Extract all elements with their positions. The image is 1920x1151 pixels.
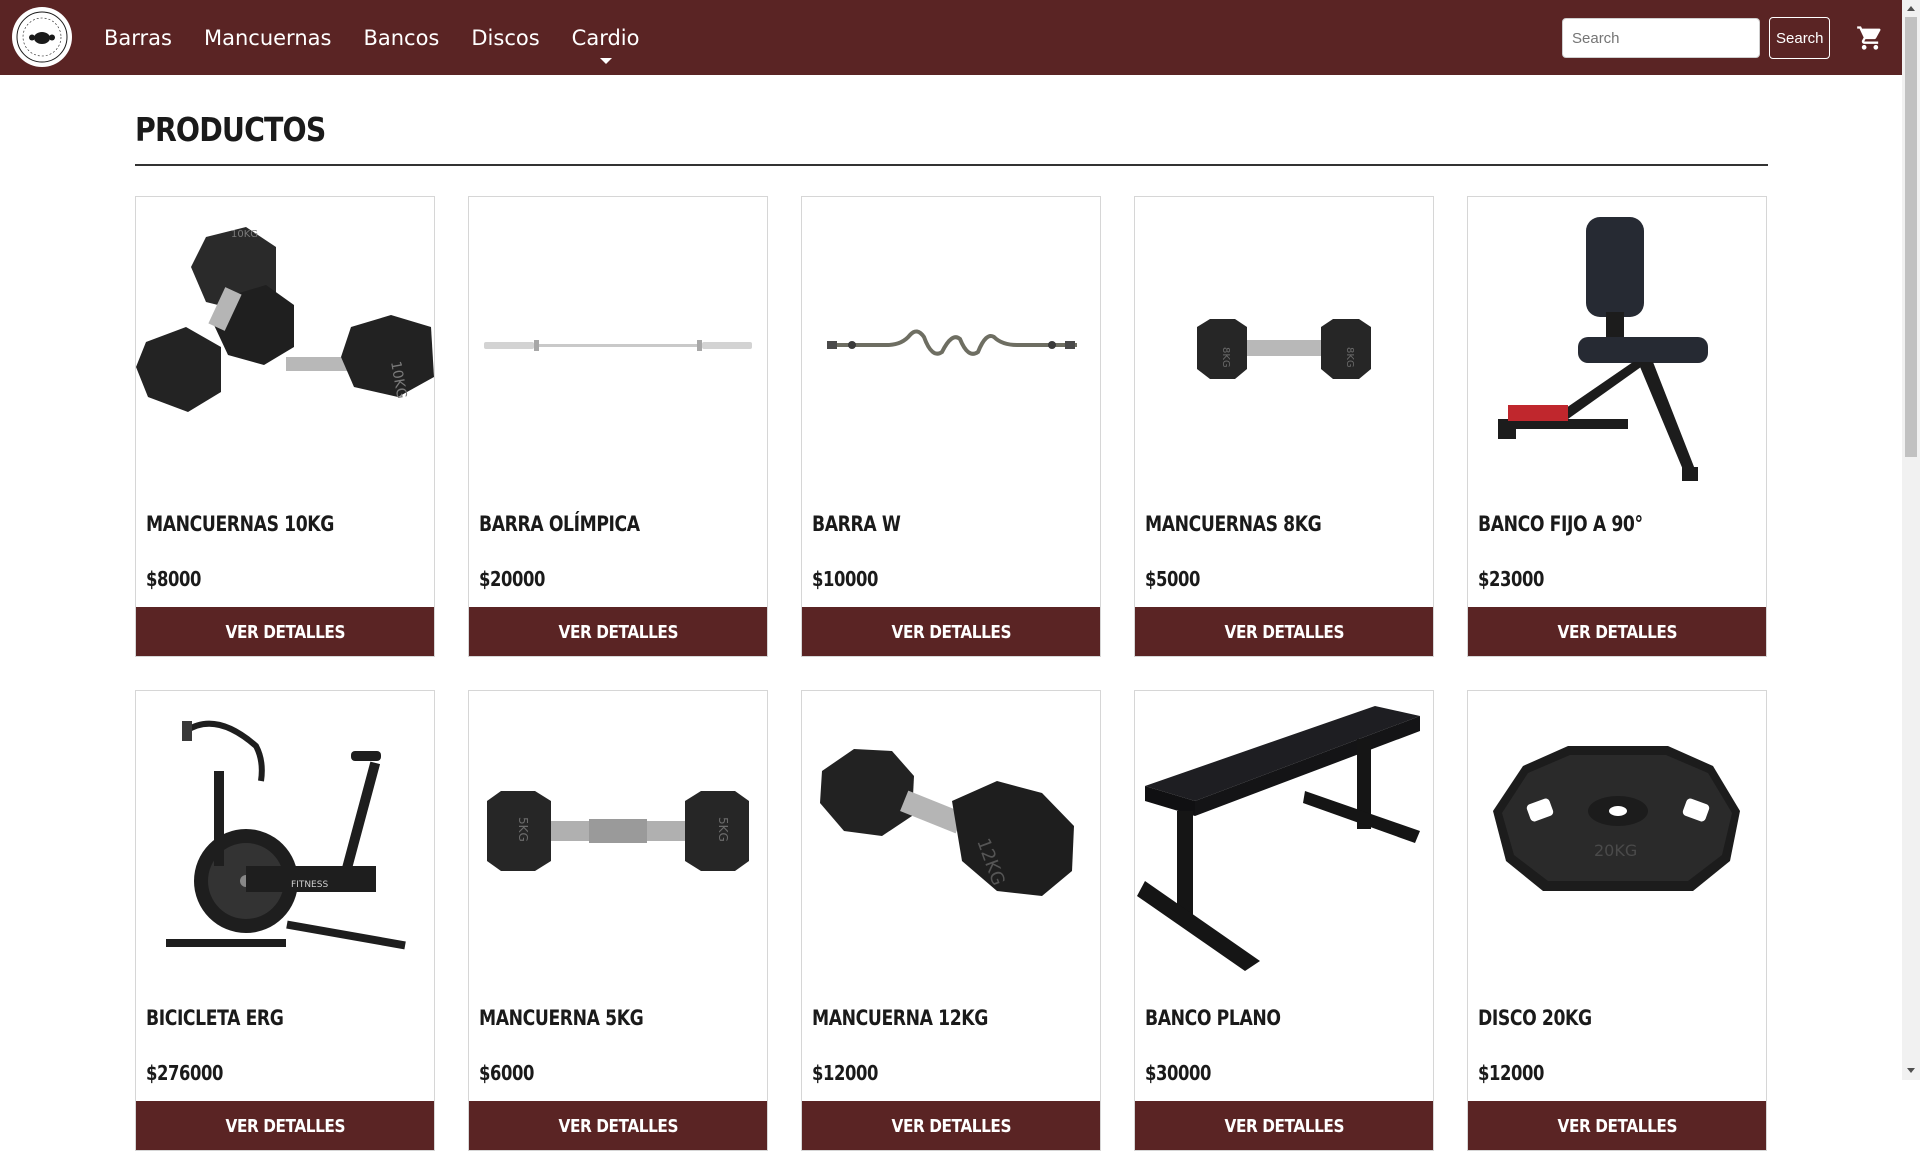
- search-input[interactable]: [1562, 18, 1760, 58]
- scrollbar-thumb[interactable]: [1905, 17, 1917, 457]
- product-image: 20KG: [1468, 691, 1766, 981]
- product-image: 5KG 5KG: [469, 691, 767, 981]
- view-details-button[interactable]: Ver detalles: [802, 607, 1100, 656]
- product-card: Banco plano $30000 Ver detalles: [1134, 690, 1434, 1151]
- product-price: $276000: [146, 1061, 224, 1085]
- weight-label: 5KG: [716, 817, 730, 842]
- view-details-button[interactable]: Ver detalles: [1135, 1101, 1433, 1150]
- top-navbar: Barras Mancuernas Bancos Discos Cardio S…: [0, 0, 1902, 75]
- shopping-cart-icon[interactable]: [1856, 24, 1884, 52]
- view-details-button[interactable]: Ver detalles: [136, 607, 434, 656]
- button-label: Ver detalles: [225, 1115, 345, 1137]
- nav-link-barras[interactable]: Barras: [104, 26, 172, 50]
- page-title: Productos: [135, 110, 326, 149]
- product-name: Mancuerna 5kg: [479, 1006, 644, 1030]
- view-details-button[interactable]: Ver detalles: [469, 607, 767, 656]
- dumbbell-12kg-image: 12KG: [820, 749, 1074, 896]
- product-name: Barra Olímpica: [479, 512, 640, 536]
- logo-icon: [16, 11, 68, 63]
- button-label: Ver detalles: [1557, 621, 1677, 643]
- nav-link-mancuernas[interactable]: Mancuernas: [204, 26, 331, 50]
- product-image: [1135, 691, 1433, 981]
- scroll-up-arrow-icon[interactable]: [1907, 6, 1915, 11]
- product-card: 12KG Mancuerna 12kg $12000 Ver detalles: [801, 690, 1101, 1151]
- product-price: $10000: [812, 567, 879, 591]
- product-price: $6000: [479, 1061, 535, 1085]
- button-label: Ver detalles: [891, 621, 1011, 643]
- utility-bench-image: [1498, 217, 1708, 481]
- nav-link-bancos[interactable]: Bancos: [363, 26, 439, 50]
- product-name: Bicicleta Erg: [146, 1006, 284, 1030]
- product-name: Banco fijo a 90°: [1478, 512, 1643, 536]
- product-name: Banco plano: [1145, 1006, 1281, 1030]
- product-card: Banco fijo a 90° $23000 Ver detalles: [1467, 196, 1767, 657]
- weight-plate-image: 20KG: [1493, 746, 1740, 891]
- product-image: [1468, 197, 1766, 487]
- view-details-button[interactable]: Ver detalles: [1135, 607, 1433, 656]
- nav-link-cardio-label: Cardio: [571, 25, 640, 50]
- product-name: Disco 20kg: [1478, 1006, 1592, 1030]
- product-card: FITNESS Bicicleta Erg $276000 Ver detall…: [135, 690, 435, 1151]
- weight-label: 8KG: [1344, 347, 1355, 368]
- view-details-button[interactable]: Ver detalles: [1468, 607, 1766, 656]
- weight-label: 5KG: [516, 817, 530, 842]
- product-card: 20KG Disco 20kg $12000 Ver detalles: [1467, 690, 1767, 1151]
- weight-label: 10KG: [231, 229, 258, 240]
- brand-label: FITNESS: [291, 880, 328, 890]
- product-image: 10KG 10KG: [136, 197, 434, 487]
- ez-curl-bar-image: [827, 329, 1077, 356]
- product-price: $20000: [479, 567, 546, 591]
- product-price: $12000: [1478, 1061, 1545, 1085]
- caret-down-icon: [599, 57, 612, 64]
- product-card: 8KG 8KG Mancuernas 8kg $5000 Ver detalle…: [1134, 196, 1434, 657]
- product-image: [802, 197, 1100, 487]
- dumbbell-small-image: 8KG 8KG: [1197, 319, 1371, 379]
- button-label: Ver detalles: [1224, 1115, 1344, 1137]
- air-bike-image: FITNESS: [166, 720, 406, 950]
- product-card: 5KG 5KG Mancuerna 5kg $6000 Ver detalles: [468, 690, 768, 1151]
- product-image: 8KG 8KG: [1135, 197, 1433, 487]
- weight-label: 20KG: [1594, 841, 1637, 860]
- product-image: [469, 197, 767, 487]
- view-details-button[interactable]: Ver detalles: [136, 1101, 434, 1150]
- dumbbell-5kg-image: 5KG 5KG: [487, 791, 749, 871]
- product-card: 10KG 10KG Mancuernas 10kg $8000 Ver deta…: [135, 196, 435, 657]
- product-name: Mancuernas 10kg: [146, 512, 334, 536]
- view-details-button[interactable]: Ver detalles: [802, 1101, 1100, 1150]
- brand-logo[interactable]: [12, 7, 72, 67]
- olympic-bar-image: [484, 340, 752, 351]
- product-price: $5000: [1145, 567, 1201, 591]
- product-name: Mancuernas 8kg: [1145, 512, 1322, 536]
- view-details-button[interactable]: Ver detalles: [469, 1101, 767, 1150]
- dumbbell-pair-image: 10KG 10KG: [136, 227, 434, 412]
- button-label: Ver detalles: [891, 1115, 1011, 1137]
- button-label: Ver detalles: [558, 621, 678, 643]
- product-price: $23000: [1478, 567, 1545, 591]
- button-label: Ver detalles: [1557, 1115, 1677, 1137]
- title-divider: [135, 164, 1768, 166]
- nav-link-cardio[interactable]: Cardio: [571, 25, 640, 64]
- view-details-button[interactable]: Ver detalles: [1468, 1101, 1766, 1150]
- main-nav: Barras Mancuernas Bancos Discos Cardio: [104, 0, 671, 75]
- product-card: Barra W $10000 Ver detalles: [801, 196, 1101, 657]
- product-image: FITNESS: [136, 691, 434, 981]
- product-name: Barra W: [812, 512, 901, 536]
- button-label: Ver detalles: [558, 1115, 678, 1137]
- product-card: Barra Olímpica $20000 Ver detalles: [468, 196, 768, 657]
- nav-link-discos[interactable]: Discos: [471, 26, 539, 50]
- page-scrollbar[interactable]: [1902, 0, 1920, 1080]
- product-name: Mancuerna 12kg: [812, 1006, 988, 1030]
- flat-bench-image: [1137, 706, 1420, 971]
- product-image: 12KG: [802, 691, 1100, 981]
- product-price: $8000: [146, 567, 202, 591]
- search-button[interactable]: Search: [1769, 17, 1830, 59]
- product-price: $30000: [1145, 1061, 1212, 1085]
- button-label: Ver detalles: [225, 621, 345, 643]
- scroll-down-arrow-icon[interactable]: [1907, 1068, 1915, 1073]
- button-label: Ver detalles: [1224, 621, 1344, 643]
- product-price: $12000: [812, 1061, 879, 1085]
- weight-label: 8KG: [1220, 347, 1231, 368]
